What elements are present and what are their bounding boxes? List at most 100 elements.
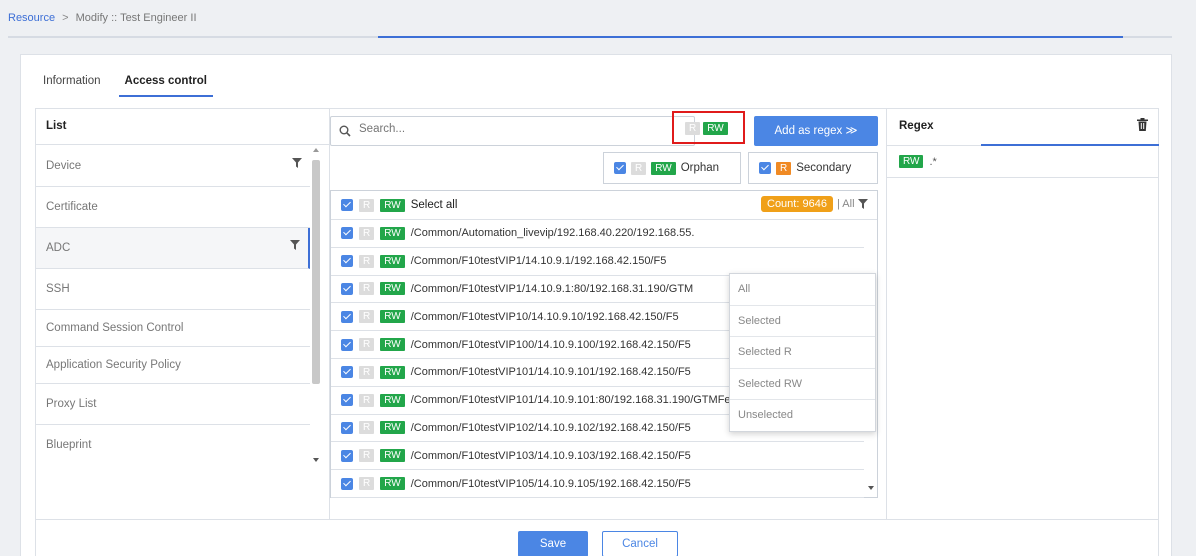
resource-path: /Common/F10testVIP101/14.10.9.101/192.16…: [410, 366, 691, 379]
scrollbar-thumb[interactable]: [312, 160, 320, 384]
r-permission-toggle[interactable]: R: [359, 449, 375, 463]
regex-column: Regex RW .*: [887, 109, 1159, 519]
resource-checkbox[interactable]: [341, 255, 353, 268]
rw-permission-toggle[interactable]: RW: [703, 122, 728, 135]
tab-access-control[interactable]: Access control: [118, 73, 213, 97]
resource-checkbox[interactable]: [341, 282, 353, 295]
resource-path: /Common/F10testVIP1/14.10.9.1:80/192.168…: [410, 282, 694, 295]
list-item-proxy-list[interactable]: Proxy List: [36, 384, 310, 425]
select-all-checkbox[interactable]: [341, 199, 353, 211]
list-column: List Device Certificate ADC SSH Command: [36, 109, 330, 519]
rw-permission-toggle[interactable]: RW: [380, 226, 405, 240]
r-permission-toggle[interactable]: R: [359, 365, 375, 379]
trash-icon[interactable]: [1137, 118, 1148, 131]
r-permission-toggle[interactable]: R: [776, 161, 792, 175]
select-all-label: Select all: [410, 199, 458, 211]
resource-row[interactable]: R RW/Common/Automation_livevip/192.168.40…: [331, 220, 864, 248]
footer: Save Cancel: [36, 519, 1158, 556]
resource-checkbox[interactable]: [341, 394, 353, 407]
resource-checkbox[interactable]: [341, 477, 353, 490]
rw-permission-toggle[interactable]: RW: [380, 198, 405, 212]
rw-permission-toggle[interactable]: RW: [380, 393, 405, 407]
orphan-label: Orphan: [680, 162, 720, 174]
cancel-button[interactable]: Cancel: [602, 531, 678, 556]
list-header: List: [36, 109, 329, 145]
list-item-certificate[interactable]: Certificate: [36, 187, 310, 228]
dropdown-item-selected-rw[interactable]: Selected RW: [730, 369, 875, 400]
rw-permission-toggle[interactable]: RW: [380, 449, 405, 463]
r-permission-toggle[interactable]: R: [359, 226, 375, 240]
list-item-label: Blueprint: [46, 439, 92, 451]
breadcrumb-current: Modify :: Test Engineer II: [75, 12, 197, 24]
scroll-up-icon[interactable]: [313, 148, 319, 152]
resource-row[interactable]: R RW/Common/F10testVIP1/14.10.9.1/192.168…: [331, 248, 864, 276]
list-item-label: Certificate: [46, 201, 98, 213]
list-item-label: Application Security Policy: [46, 359, 181, 371]
dropdown-item-unselected[interactable]: Unselected: [730, 400, 875, 432]
r-permission-toggle[interactable]: R: [359, 421, 375, 435]
list-item-label: Device: [46, 160, 82, 172]
r-permission-toggle[interactable]: R: [359, 393, 375, 407]
filter-dropdown-menu: All Selected Selected R Selected RW Unselect…: [729, 273, 876, 432]
resource-row[interactable]: R RW/Common/F10testVIP103/14.10.9.103/192…: [331, 442, 864, 471]
resource-checkbox[interactable]: [341, 366, 353, 379]
secondary-checkbox[interactable]: [759, 162, 771, 174]
resource-checkbox[interactable]: [341, 338, 353, 351]
save-button[interactable]: Save: [518, 531, 588, 556]
r-permission-toggle[interactable]: R: [685, 122, 701, 135]
regex-header: Regex: [887, 109, 1159, 146]
dropdown-item-all[interactable]: All: [730, 274, 875, 306]
resource-path: /Common/F10testVIP102/14.10.9.102/192.16…: [410, 421, 691, 434]
list-scrollbar[interactable]: [310, 146, 322, 464]
resource-checkbox[interactable]: [341, 310, 353, 323]
search-input[interactable]: [359, 123, 659, 135]
search-box[interactable]: [330, 116, 695, 146]
orphan-checkbox[interactable]: [614, 162, 626, 174]
regex-entry[interactable]: RW .*: [887, 146, 1158, 178]
list-item-application-security-policy[interactable]: Application Security Policy: [36, 347, 236, 383]
r-permission-toggle[interactable]: R: [359, 338, 375, 352]
resource-path: /Common/F10testVIP105/14.10.9.105/192.16…: [410, 477, 691, 490]
scroll-down-icon[interactable]: [868, 486, 874, 490]
breadcrumb-separator: >: [62, 12, 69, 24]
add-as-regex-button[interactable]: Add as regex ≫: [754, 116, 878, 146]
rw-permission-toggle[interactable]: RW: [380, 254, 405, 268]
resource-row[interactable]: R RW/Common/F10testVIP105/14.10.9.105/192…: [331, 470, 864, 498]
rw-permission-toggle[interactable]: RW: [380, 310, 405, 324]
r-permission-toggle[interactable]: R: [359, 282, 375, 296]
tab-bar: Information Access control: [43, 73, 213, 97]
list-item-command-session-control[interactable]: Command Session Control: [36, 310, 236, 346]
breadcrumb-resource-link[interactable]: Resource: [8, 12, 55, 24]
rw-permission-toggle[interactable]: RW: [380, 421, 405, 435]
all-filter-dropdown[interactable]: | All: [837, 198, 868, 210]
r-permission-toggle[interactable]: R: [359, 254, 375, 268]
list-item-ssh[interactable]: SSH: [36, 269, 310, 310]
rw-permission-toggle[interactable]: RW: [380, 338, 405, 352]
list-item-label: ADC: [46, 242, 71, 254]
rw-permission-toggle[interactable]: RW: [651, 161, 676, 175]
list-item-adc[interactable]: ADC: [36, 228, 310, 269]
resource-path: /Common/F10testVIP103/14.10.9.103/192.16…: [410, 449, 691, 462]
access-control-panel: List Device Certificate ADC SSH Command: [35, 108, 1159, 556]
regex-title: Regex: [899, 120, 934, 132]
r-permission-toggle[interactable]: R: [631, 161, 647, 175]
list-item-blueprint[interactable]: Blueprint: [36, 425, 310, 465]
filter-icon: [290, 240, 300, 250]
scroll-down-icon[interactable]: [313, 458, 319, 462]
rw-permission-toggle[interactable]: RW: [380, 365, 405, 379]
resource-checkbox[interactable]: [341, 449, 353, 462]
resource-checkbox[interactable]: [341, 421, 353, 434]
r-permission-toggle[interactable]: R: [359, 198, 375, 212]
resource-checkbox[interactable]: [341, 227, 353, 240]
dropdown-item-selected-r[interactable]: Selected R: [730, 337, 875, 369]
list-item-label: Command Session Control: [46, 322, 184, 334]
rw-permission-toggle[interactable]: RW: [380, 282, 405, 296]
list-item-device[interactable]: Device: [36, 146, 310, 187]
dropdown-item-selected[interactable]: Selected: [730, 306, 875, 337]
r-permission-toggle[interactable]: R: [359, 477, 375, 491]
rw-permission-toggle[interactable]: RW: [380, 477, 405, 491]
tab-information[interactable]: Information: [43, 73, 101, 97]
all-filter-label: | All: [837, 198, 855, 210]
r-permission-toggle[interactable]: R: [359, 310, 375, 324]
resource-path: /Common/Automation_livevip/192.168.40.22…: [410, 227, 695, 240]
